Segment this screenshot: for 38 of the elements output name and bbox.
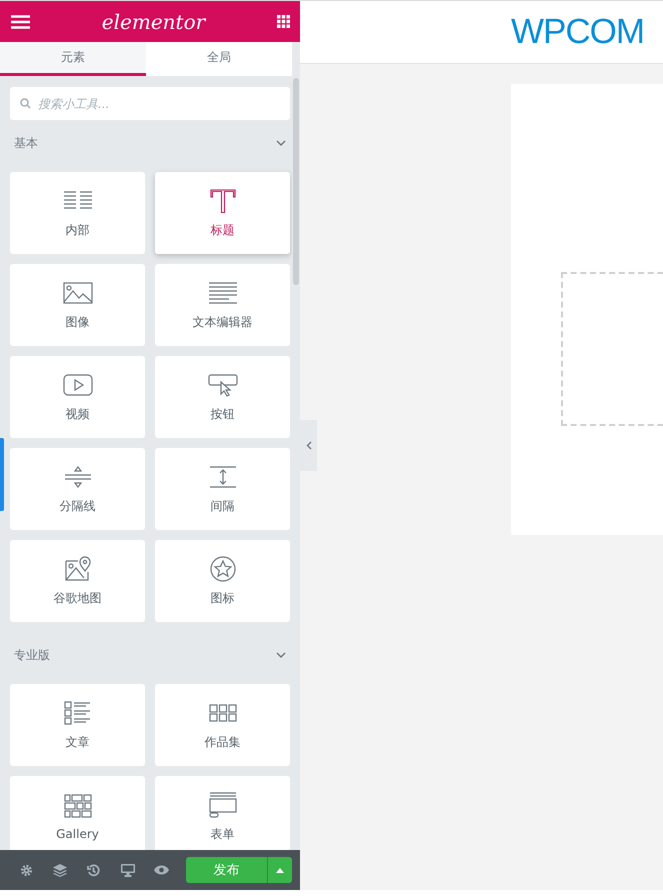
widget-card[interactable]: 视频 <box>10 356 145 438</box>
image-icon <box>62 280 94 306</box>
chevron-left-icon <box>306 441 312 450</box>
widget-card[interactable]: 文本编辑器 <box>155 264 290 346</box>
widget-card[interactable]: 按钮 <box>155 356 290 438</box>
button-cursor-icon <box>206 372 238 398</box>
widget-card[interactable]: 表单 <box>155 776 290 850</box>
chevron-down-icon[interactable] <box>276 140 286 146</box>
widget-card[interactable]: 谷歌地图 <box>10 540 145 622</box>
widget-card[interactable]: 间隔 <box>155 448 290 530</box>
chevron-down-icon[interactable] <box>276 652 286 658</box>
form-icon <box>206 792 238 818</box>
apps-grid-icon[interactable] <box>276 15 290 28</box>
menu-icon[interactable] <box>11 14 30 28</box>
panel-tab[interactable]: 元素 <box>0 42 146 76</box>
layers-icon[interactable] <box>53 864 68 876</box>
widget-card[interactable]: Gallery <box>10 776 145 850</box>
widget-card[interactable]: 文章 <box>10 684 145 766</box>
widget-card[interactable]: 图标 <box>155 540 290 622</box>
section-title[interactable]: 基本 <box>14 134 38 152</box>
section-title[interactable]: 专业版 <box>14 646 50 664</box>
text-lines-icon <box>206 280 238 306</box>
publish-options-button[interactable] <box>266 857 292 883</box>
widget-card[interactable]: 图像 <box>10 264 145 346</box>
gallery-grid-icon <box>62 793 94 819</box>
logo: elementor <box>102 10 206 34</box>
history-icon[interactable] <box>87 864 100 876</box>
scrollbar-thumb[interactable] <box>293 78 299 285</box>
settings-icon[interactable] <box>20 864 34 876</box>
widget-card[interactable]: 分隔线 <box>10 448 145 530</box>
eye-icon[interactable] <box>154 865 169 875</box>
widget-card[interactable]: 内部 <box>10 172 145 254</box>
play-icon <box>62 372 94 398</box>
caret-up-icon <box>276 868 284 872</box>
search-field[interactable]: 搜索小工具... <box>10 87 290 120</box>
desktop-icon[interactable] <box>120 864 135 876</box>
widget-card[interactable]: 标题 <box>155 172 290 254</box>
widget-card[interactable]: 作品集 <box>155 684 290 766</box>
